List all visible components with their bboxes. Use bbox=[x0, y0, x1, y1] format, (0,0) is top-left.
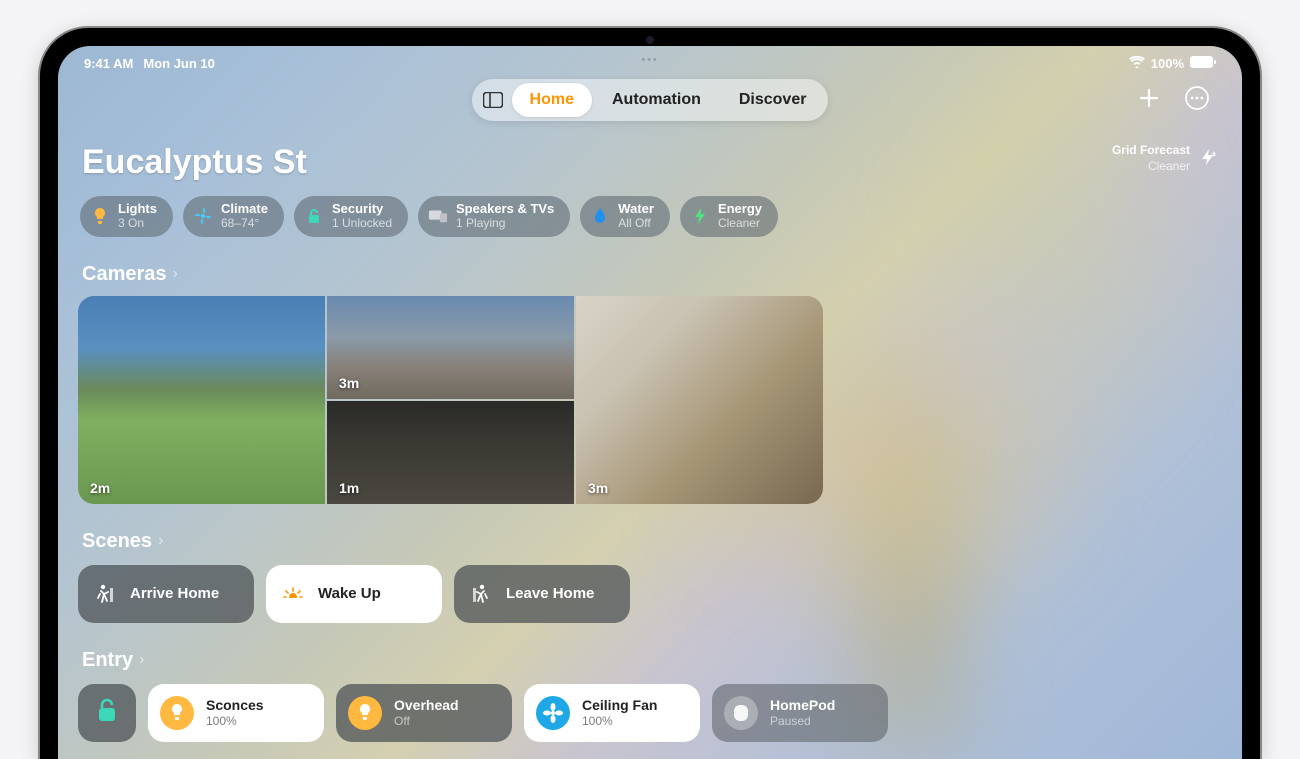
battery-icon bbox=[1190, 56, 1216, 71]
camera-backyard[interactable]: 2m bbox=[78, 296, 325, 504]
section-header-entry[interactable]: Entry › bbox=[78, 649, 1222, 672]
chip-label: Energy bbox=[718, 202, 762, 217]
person-arrive-icon bbox=[94, 583, 116, 605]
tv-speaker-icon bbox=[428, 206, 448, 226]
water-drop-icon bbox=[590, 206, 610, 226]
chip-label: Water bbox=[618, 202, 654, 217]
section-title: Scenes bbox=[82, 530, 152, 553]
cameras-grid: 2m 3m 3m 1m bbox=[78, 296, 823, 504]
chip-lights[interactable]: Lights3 On bbox=[80, 196, 173, 237]
chip-climate[interactable]: Climate68–74° bbox=[183, 196, 284, 237]
screen: ••• 9:41 AM Mon Jun 10 100% bbox=[58, 46, 1242, 759]
scene-arrive-home[interactable]: Arrive Home bbox=[78, 565, 254, 623]
entry-status: 100% bbox=[582, 714, 657, 728]
battery-percent: 100% bbox=[1151, 56, 1184, 71]
wifi-icon bbox=[1129, 56, 1145, 71]
camera-garage[interactable]: 1m bbox=[327, 401, 574, 504]
chip-status: Cleaner bbox=[718, 217, 762, 231]
entry-label: Sconces bbox=[206, 697, 264, 714]
lock-icon bbox=[304, 206, 324, 226]
entry-ceiling-fan[interactable]: Ceiling Fan100% bbox=[524, 684, 700, 742]
chip-status: All Off bbox=[618, 217, 654, 231]
camera-living-room[interactable]: 3m bbox=[576, 296, 823, 504]
sunrise-icon bbox=[282, 583, 304, 605]
scene-label: Arrive Home bbox=[130, 585, 219, 602]
grid-forecast-status: Cleaner bbox=[1112, 159, 1190, 175]
entry-label: Ceiling Fan bbox=[582, 697, 657, 714]
camera-timestamp: 3m bbox=[588, 480, 608, 496]
tab-discover[interactable]: Discover bbox=[721, 83, 825, 117]
chip-speakers[interactable]: Speakers & TVs1 Playing bbox=[418, 196, 570, 237]
scene-leave-home[interactable]: Leave Home bbox=[454, 565, 630, 623]
device-camera bbox=[646, 36, 654, 44]
entry-status: 100% bbox=[206, 714, 264, 728]
homepod-icon bbox=[724, 696, 758, 730]
chip-status: 3 On bbox=[118, 217, 157, 231]
multitask-dots-icon[interactable]: ••• bbox=[641, 54, 659, 66]
grid-forecast[interactable]: Grid Forecast Cleaner bbox=[1112, 143, 1218, 174]
chip-security[interactable]: Security1 Unlocked bbox=[294, 196, 408, 237]
lock-icon bbox=[96, 698, 118, 727]
scenes-row: Arrive Home Wake Up Leave Home bbox=[78, 565, 1222, 623]
entry-status: Off bbox=[394, 714, 459, 728]
sidebar-toggle-button[interactable] bbox=[476, 83, 510, 117]
chip-label: Lights bbox=[118, 202, 157, 217]
entry-sconces[interactable]: Sconces100% bbox=[148, 684, 324, 742]
status-time: 9:41 AM bbox=[84, 56, 133, 71]
home-title: Eucalyptus St bbox=[82, 143, 307, 182]
lightbulb-icon bbox=[90, 206, 110, 226]
scene-label: Wake Up bbox=[318, 585, 381, 602]
lightbulb-icon bbox=[160, 696, 194, 730]
camera-timestamp: 2m bbox=[90, 480, 110, 496]
lightbulb-icon bbox=[348, 696, 382, 730]
entry-overhead[interactable]: OverheadOff bbox=[336, 684, 512, 742]
chevron-right-icon: › bbox=[139, 651, 144, 669]
ipad-frame: ••• 9:41 AM Mon Jun 10 100% bbox=[40, 28, 1260, 759]
entry-row: Sconces100% OverheadOff Ceiling Fan100% … bbox=[78, 684, 1222, 742]
chip-label: Security bbox=[332, 202, 392, 217]
status-date: Mon Jun 10 bbox=[143, 56, 215, 71]
section-header-scenes[interactable]: Scenes › bbox=[78, 530, 1222, 553]
more-button[interactable] bbox=[1182, 83, 1212, 113]
entry-label: Overhead bbox=[394, 697, 459, 714]
add-button[interactable] bbox=[1134, 83, 1164, 113]
entry-lock[interactable] bbox=[78, 684, 136, 742]
chevron-right-icon: › bbox=[158, 532, 163, 550]
scene-label: Leave Home bbox=[506, 585, 594, 602]
chip-energy[interactable]: EnergyCleaner bbox=[680, 196, 778, 237]
tab-automation[interactable]: Automation bbox=[594, 83, 719, 117]
tab-home[interactable]: Home bbox=[512, 83, 592, 117]
entry-label: HomePod bbox=[770, 697, 835, 714]
chip-water[interactable]: WaterAll Off bbox=[580, 196, 670, 237]
chip-status: 1 Playing bbox=[456, 217, 554, 231]
chevron-right-icon: › bbox=[173, 265, 178, 283]
camera-timestamp: 1m bbox=[339, 480, 359, 496]
fan-icon bbox=[536, 696, 570, 730]
status-chips: Lights3 On Climate68–74° Security1 Unloc… bbox=[78, 196, 1222, 237]
section-title: Entry bbox=[82, 649, 133, 672]
bolt-icon bbox=[690, 206, 710, 226]
camera-driveway[interactable]: 3m bbox=[327, 296, 574, 399]
entry-status: Paused bbox=[770, 714, 835, 728]
scene-wake-up[interactable]: Wake Up bbox=[266, 565, 442, 623]
person-leave-icon bbox=[470, 583, 492, 605]
bolt-icon bbox=[1198, 147, 1218, 170]
tab-bar: Home Automation Discover bbox=[472, 79, 829, 121]
section-header-cameras[interactable]: Cameras › bbox=[78, 263, 1222, 286]
chip-label: Climate bbox=[221, 202, 268, 217]
grid-forecast-label: Grid Forecast bbox=[1112, 143, 1190, 159]
chip-status: 1 Unlocked bbox=[332, 217, 392, 231]
fan-icon bbox=[193, 206, 213, 226]
chip-status: 68–74° bbox=[221, 217, 268, 231]
camera-timestamp: 3m bbox=[339, 375, 359, 391]
entry-homepod[interactable]: HomePodPaused bbox=[712, 684, 888, 742]
section-title: Cameras bbox=[82, 263, 167, 286]
chip-label: Speakers & TVs bbox=[456, 202, 554, 217]
